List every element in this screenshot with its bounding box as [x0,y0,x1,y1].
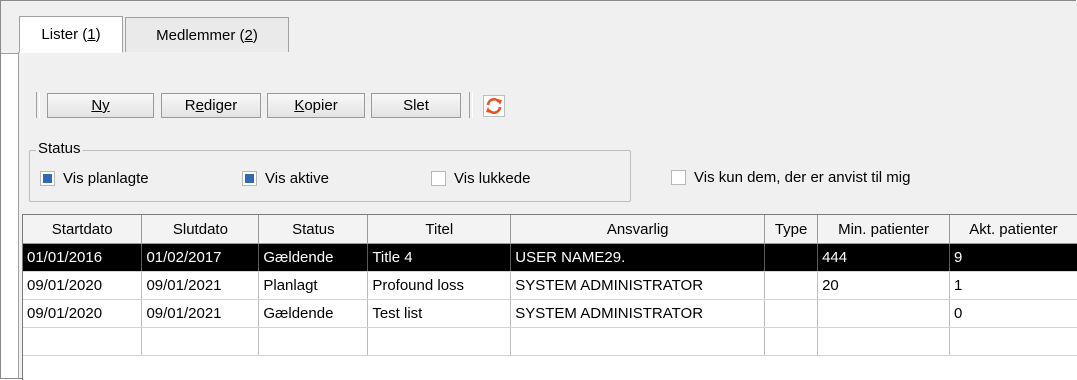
cell-active-patients: 9 [950,244,1077,272]
new-button-mnemonic: N [91,97,102,114]
delete-button[interactable]: Slet [371,93,461,118]
tab-members-mnemonic: 2 [245,27,253,44]
copy-button-label: opier [304,97,337,114]
status-group: Status Vis planlagte Vis aktive Vis lukk… [29,150,631,202]
copy-button-mnemonic: K [294,97,304,114]
cell-end-date: 09/01/2021 [142,300,259,328]
cell-start-date [23,328,142,356]
column-header-type[interactable]: Type [765,215,818,244]
cell-responsible: SYSTEM ADMINISTRATOR [511,300,765,328]
show-closed-checkbox[interactable]: Vis lukkede [431,170,530,187]
show-active-label: Vis aktive [265,170,329,187]
cell-start-date: 09/01/2020 [23,300,142,328]
edit-button[interactable]: Rediger [161,93,261,118]
toolbar-separator [469,92,473,118]
refresh-icon[interactable] [483,95,505,117]
lists-table: Startdato Slutdato Status Titel Ansvarli… [22,214,1077,380]
show-active-checkbox[interactable]: Vis aktive [242,170,329,187]
tab-lists-label-post: ) [96,26,101,43]
checkbox-checked-icon [242,171,257,186]
cell-type [765,328,818,356]
cell-type [765,300,818,328]
cell-title [368,328,511,356]
cell-title: Test list [368,300,511,328]
tab-lists-mnemonic: 1 [87,26,95,43]
table-row-empty[interactable] [23,328,1077,356]
tab-lists[interactable]: Lister (1) [19,16,123,53]
tab-members-label-post: ) [253,27,258,44]
table-row[interactable]: 09/01/2020 09/01/2021 Planlagt Profound … [23,272,1077,300]
checkbox-unchecked-icon [431,171,446,186]
new-button[interactable]: Ny [47,93,154,118]
new-button-label: y [102,97,110,114]
cell-active-patients: 1 [950,272,1077,300]
table-row[interactable]: 09/01/2020 09/01/2021 Gældende Test list… [23,300,1077,328]
cell-status [259,328,368,356]
cell-responsible [511,328,765,356]
status-group-label: Status [36,140,83,157]
table-header-row: Startdato Slutdato Status Titel Ansvarli… [23,215,1077,244]
cell-status: Gældende [259,300,368,328]
cell-start-date: 01/01/2016 [23,244,142,272]
column-header-end-date[interactable]: Slutdato [142,215,259,244]
checkbox-checked-icon [40,171,55,186]
toolbar-separator [36,92,40,118]
cell-title: Title 4 [368,244,511,272]
show-planned-checkbox[interactable]: Vis planlagte [40,170,149,187]
cell-type [765,272,818,300]
cell-min-patients: 444 [818,244,950,272]
cell-responsible: USER NAME29. [511,244,765,272]
cell-status: Gældende [259,244,368,272]
cell-active-patients: 0 [950,300,1077,328]
tab-bar: Lister (1) Medlemmer (2) [1,1,1077,54]
cell-min-patients: 20 [818,272,950,300]
cell-start-date: 09/01/2020 [23,272,142,300]
column-header-responsible[interactable]: Ansvarlig [511,215,765,244]
tab-lists-label-pre: Lister ( [41,26,87,43]
cell-end-date [142,328,259,356]
table-row[interactable]: 01/01/2016 01/02/2017 Gældende Title 4 U… [23,244,1077,272]
column-header-start-date[interactable]: Startdato [23,215,142,244]
delete-button-label: Slet [403,97,429,114]
cell-min-patients [818,328,950,356]
edit-button-mnemonic: e [196,97,204,114]
show-closed-label: Vis lukkede [454,170,530,187]
tab-members-label-pre: Medlemmer ( [156,27,244,44]
cell-responsible: SYSTEM ADMINISTRATOR [511,272,765,300]
edit-button-label: diger [204,97,237,114]
toolbar: Ny Rediger Kopier Slet [29,88,1077,122]
cell-end-date: 01/02/2017 [142,244,259,272]
cell-type [765,244,818,272]
cell-min-patients [818,300,950,328]
assigned-to-me-checkbox[interactable]: Vis kun dem, der er anvist til mig [671,169,910,186]
tab-members[interactable]: Medlemmer (2) [125,17,289,52]
cell-status: Planlagt [259,272,368,300]
column-header-status[interactable]: Status [259,215,368,244]
assigned-to-me-label: Vis kun dem, der er anvist til mig [694,169,910,186]
cell-title: Profound loss [368,272,511,300]
column-header-title[interactable]: Titel [368,215,511,244]
show-planned-label: Vis planlagte [63,170,149,187]
edit-button-label-pre: R [185,97,196,114]
column-header-min-patients[interactable]: Min. patienter [818,215,950,244]
column-header-active-patients[interactable]: Akt. patienter [950,215,1077,244]
checkbox-unchecked-icon [671,170,686,185]
cell-end-date: 09/01/2021 [142,272,259,300]
cell-active-patients [950,328,1077,356]
copy-button[interactable]: Kopier [267,93,365,118]
